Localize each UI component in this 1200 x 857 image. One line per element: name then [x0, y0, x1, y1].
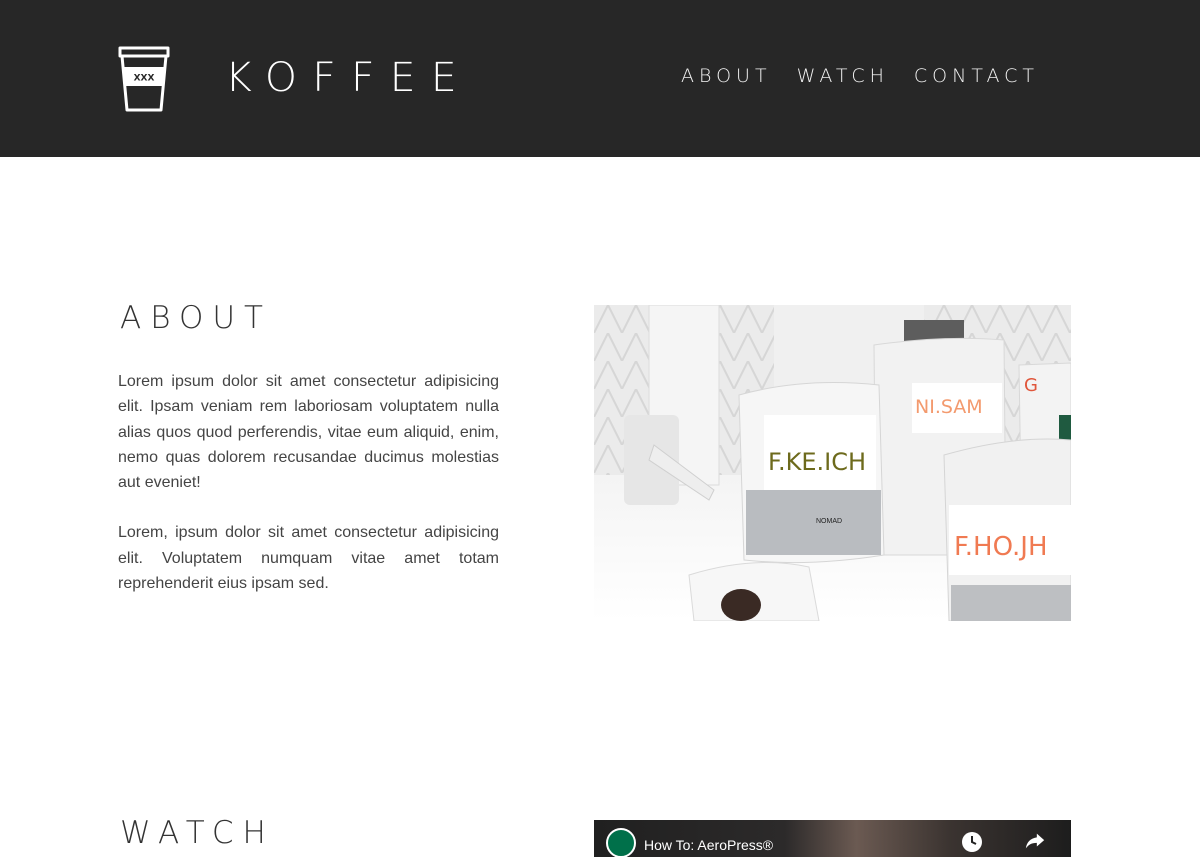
- coffee-cup-icon[interactable]: XXX: [117, 45, 171, 113]
- logo-text: XXX: [134, 74, 155, 84]
- about-paragraph-2: Lorem, ipsum dolor sit amet consectetur …: [118, 524, 499, 593]
- about-text: Lorem ipsum dolor sit amet consectetur a…: [118, 369, 499, 596]
- nav-link-about[interactable]: ABOUT: [681, 64, 772, 88]
- about-photo: NI.SAM G F.KE.ICH NOMAD F.HO.JH: [594, 305, 1071, 621]
- bag-label-nisam: NI.SAM: [915, 396, 983, 418]
- starbucks-logo-icon: [606, 828, 636, 857]
- about-heading: ABOUT: [120, 300, 272, 336]
- video-player[interactable]: How To: AeroPress®: [594, 820, 1071, 857]
- bag-label-fkeich: F.KE.ICH: [768, 448, 866, 476]
- about-paragraph-1: Lorem ipsum dolor sit amet consectetur a…: [118, 373, 499, 492]
- brand-name[interactable]: KOFFEE: [225, 55, 472, 101]
- main-nav: ABOUT WATCH CONTACT: [681, 64, 1064, 88]
- share-icon[interactable]: [1024, 830, 1046, 852]
- bag-brand-label: NOMAD: [816, 518, 842, 525]
- nav-link-watch[interactable]: WATCH: [797, 64, 889, 88]
- bag-label-g: G: [1024, 375, 1038, 396]
- bag-label-fhojh: F.HO.JH: [954, 532, 1048, 562]
- watch-heading: WATCH: [120, 815, 275, 851]
- watch-later-icon[interactable]: [960, 830, 984, 854]
- video-title[interactable]: How To: AeroPress®: [644, 837, 773, 853]
- site-header: XXX KOFFEE ABOUT WATCH CONTACT: [0, 0, 1200, 157]
- coffee-bags-illustration: NI.SAM G F.KE.ICH NOMAD F.HO.JH: [594, 305, 1071, 621]
- nav-link-contact[interactable]: CONTACT: [914, 64, 1039, 88]
